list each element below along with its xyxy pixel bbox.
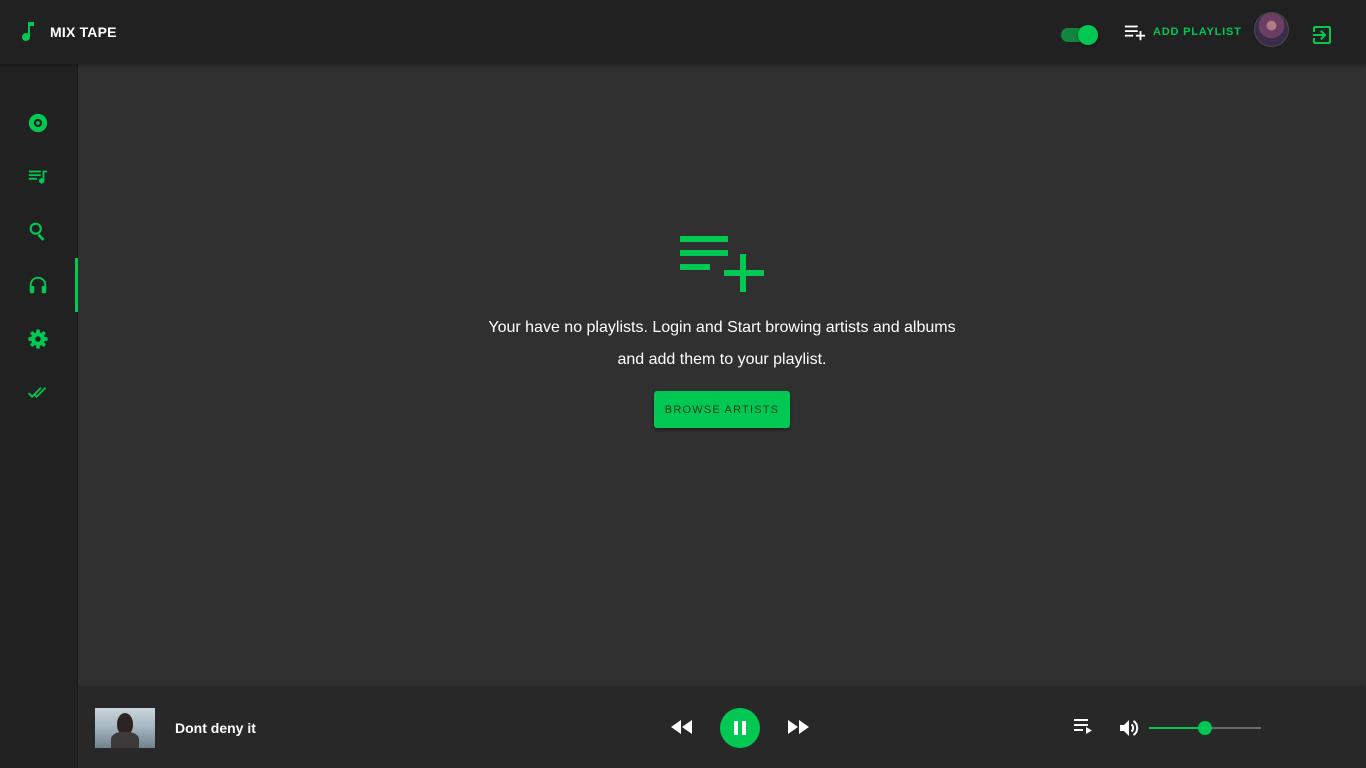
double-check-icon [27, 387, 47, 399]
playlist-music-icon [28, 170, 48, 184]
sidebar-item-settings[interactable] [0, 312, 78, 366]
fast-forward-icon[interactable] [786, 717, 810, 737]
sidebar-item-listening[interactable] [0, 258, 78, 312]
gear-icon [28, 329, 48, 349]
add-playlist-button[interactable]: ADD PLAYLIST [1124, 20, 1242, 44]
pause-button[interactable] [720, 708, 760, 748]
add-playlist-label: ADD PLAYLIST [1153, 26, 1242, 38]
sidebar-item-done[interactable] [0, 366, 78, 420]
empty-message-line-1: Your have no playlists. Login and Start … [488, 319, 956, 336]
top-app-bar: MIX TAPE ADD PLAYLIST [0, 0, 1366, 64]
headphones-icon [29, 276, 47, 294]
track-title[interactable]: Dont deny it [175, 720, 256, 736]
sidebar-item-search[interactable] [0, 204, 78, 258]
volume-slider-handle[interactable] [1198, 721, 1212, 735]
app-title: MIX TAPE [50, 24, 117, 40]
volume-icon[interactable] [1117, 716, 1141, 740]
album-art[interactable] [95, 708, 155, 748]
sidebar [0, 64, 78, 768]
sidebar-item-albums[interactable] [0, 96, 78, 150]
sidebar-item-playlists[interactable] [0, 150, 78, 204]
search-icon [29, 222, 45, 241]
disc-icon [28, 113, 48, 133]
brand[interactable]: MIX TAPE [20, 22, 117, 42]
player-bar: Dont deny it [78, 688, 1366, 768]
pause-icon [734, 721, 746, 735]
empty-playlists-state: Your have no playlists. Login and Start … [78, 64, 1366, 688]
theme-toggle[interactable] [1061, 25, 1098, 45]
volume-fill [1149, 727, 1205, 729]
rewind-icon[interactable] [670, 717, 694, 737]
playlist-add-icon [1124, 25, 1146, 41]
avatar[interactable] [1254, 12, 1289, 47]
queue-icon[interactable] [1073, 716, 1095, 736]
empty-message: Your have no playlists. Login and Start … [422, 312, 1022, 376]
volume-slider[interactable] [1149, 721, 1261, 735]
empty-message-line-2: and add them to your playlist. [617, 351, 827, 368]
browse-artists-button[interactable]: BROWSE ARTISTS [654, 391, 790, 428]
toggle-thumb [1078, 25, 1098, 45]
logout-icon[interactable] [1310, 23, 1334, 47]
playlist-add-icon [680, 236, 764, 292]
music-note-icon [22, 22, 34, 41]
